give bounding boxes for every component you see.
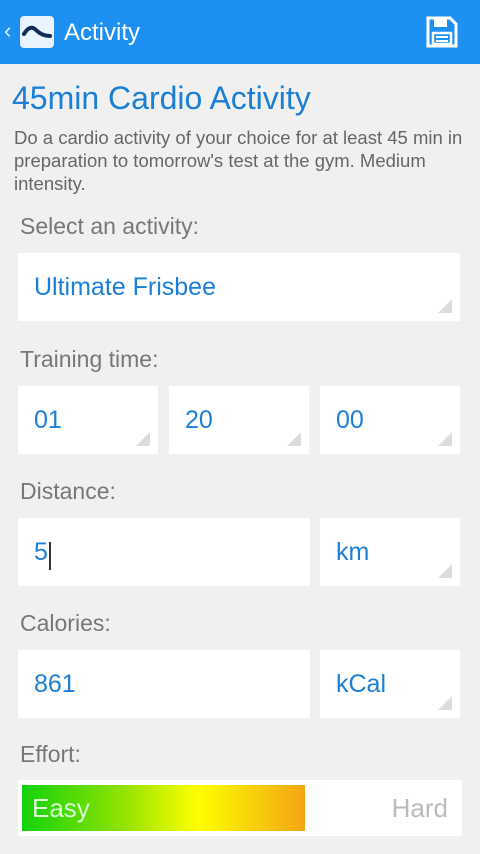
toolbar-title: Activity — [64, 19, 141, 46]
effort-slider[interactable]: Easy Hard — [18, 780, 462, 836]
action-bar: ‹ Activity — [0, 0, 480, 64]
calories-label: Calories: — [20, 610, 111, 636]
dropdown-corner-icon — [438, 432, 452, 446]
hours-value: 01 — [34, 406, 62, 434]
app-logo-icon[interactable] — [20, 16, 54, 48]
dropdown-corner-icon — [438, 696, 452, 710]
dropdown-corner-icon — [136, 432, 150, 446]
activity-select-value: Ultimate Frisbee — [34, 273, 216, 301]
text-cursor — [48, 541, 51, 570]
dropdown-corner-icon — [287, 432, 301, 446]
activity-select[interactable]: Ultimate Frisbee — [18, 253, 460, 321]
activity-title: 45min Cardio Activity — [12, 80, 311, 116]
calories-input[interactable]: 861 — [18, 650, 310, 718]
distance-unit-select[interactable]: km — [320, 518, 460, 586]
floppy-disk-icon — [426, 16, 458, 48]
hours-select[interactable]: 01 — [18, 386, 158, 454]
save-button[interactable] — [426, 16, 458, 48]
calories-value: 861 — [34, 670, 76, 698]
chevron-left-icon[interactable]: ‹ — [4, 18, 11, 44]
effort-max-label: Hard — [391, 793, 448, 823]
calories-unit-value: kCal — [336, 670, 387, 698]
calories-unit-select[interactable]: kCal — [320, 650, 460, 718]
distance-label: Distance: — [20, 478, 116, 504]
activity-description: Do a cardio activity of your choice for … — [14, 127, 463, 194]
dropdown-corner-icon — [438, 299, 452, 313]
minutes-value: 20 — [185, 406, 213, 434]
distance-input[interactable]: 5 — [18, 518, 310, 586]
activity-select-label: Select an activity: — [20, 213, 199, 239]
seconds-select[interactable]: 00 — [320, 386, 460, 454]
minutes-select[interactable]: 20 — [169, 386, 309, 454]
dropdown-corner-icon — [438, 564, 452, 578]
distance-value: 5 — [34, 538, 48, 566]
distance-unit-value: km — [336, 538, 370, 566]
training-time-label: Training time: — [20, 346, 159, 372]
effort-label: Effort: — [20, 741, 81, 767]
seconds-value: 00 — [336, 406, 364, 434]
effort-min-label: Easy — [32, 793, 90, 823]
